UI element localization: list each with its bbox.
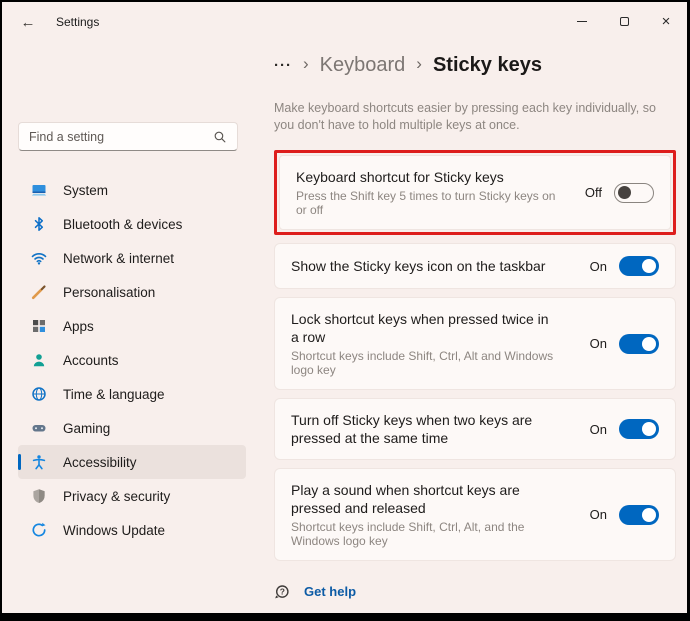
sidebar-item-label: Windows Update bbox=[63, 523, 165, 538]
window-title: Settings bbox=[56, 15, 99, 29]
toggle-state-label: On bbox=[590, 259, 607, 274]
toggle-knob bbox=[642, 259, 656, 273]
back-arrow-icon: ← bbox=[21, 14, 36, 31]
sidebar-item-label: Apps bbox=[63, 319, 94, 334]
breadcrumb-keyboard-link[interactable]: Keyboard bbox=[320, 54, 406, 77]
search-box[interactable] bbox=[18, 122, 238, 151]
toggle-state-label: On bbox=[590, 507, 607, 522]
accounts-icon bbox=[31, 352, 47, 368]
main-content: ··· › Keyboard › Sticky keys Make keyboa… bbox=[262, 42, 687, 613]
sidebar-item-label: Accessibility bbox=[63, 455, 137, 470]
settings-list: Keyboard shortcut for Sticky keys Press … bbox=[274, 150, 676, 561]
window-controls: × bbox=[561, 2, 687, 42]
sidebar-item-label: Personalisation bbox=[63, 285, 155, 300]
title-bar: ← Settings × bbox=[2, 2, 687, 42]
highlight-annotation-box: Keyboard shortcut for Sticky keys Press … bbox=[274, 150, 676, 235]
privacy-icon bbox=[31, 488, 47, 504]
settings-window: ← Settings × System Bluetooth & dev bbox=[2, 2, 687, 613]
sidebar: System Bluetooth & devices Network & int… bbox=[2, 42, 262, 613]
sidebar-item-accounts[interactable]: Accounts bbox=[18, 343, 246, 377]
sidebar-item-label: Privacy & security bbox=[63, 489, 170, 504]
sidebar-nav: System Bluetooth & devices Network & int… bbox=[18, 173, 246, 547]
maximize-button[interactable] bbox=[603, 2, 645, 40]
close-icon: × bbox=[662, 14, 671, 29]
toggle-knob bbox=[642, 508, 656, 522]
toggle-state-label: Off bbox=[585, 185, 602, 200]
sidebar-item-label: Gaming bbox=[63, 421, 110, 436]
keyboard-shortcut-toggle[interactable] bbox=[614, 183, 654, 203]
chevron-right-icon: › bbox=[416, 54, 422, 76]
setting-title: Turn off Sticky keys when two keys are p… bbox=[291, 411, 553, 447]
apps-icon bbox=[31, 318, 47, 334]
help-icon: ? bbox=[274, 584, 290, 600]
breadcrumb-ellipsis-button[interactable]: ··· bbox=[274, 57, 292, 74]
play-sound-toggle[interactable] bbox=[619, 505, 659, 525]
back-button[interactable]: ← bbox=[12, 7, 44, 37]
svg-text:?: ? bbox=[280, 586, 285, 596]
get-help-link[interactable]: ? Get help bbox=[274, 577, 356, 606]
sidebar-item-personalisation[interactable]: Personalisation bbox=[18, 275, 246, 309]
toggle-knob bbox=[642, 422, 656, 436]
lock-shortcut-toggle[interactable] bbox=[619, 334, 659, 354]
toggle-state-label: On bbox=[590, 422, 607, 437]
sidebar-item-label: System bbox=[63, 183, 108, 198]
setting-card-play-sound: Play a sound when shortcut keys are pres… bbox=[274, 468, 676, 561]
gaming-icon bbox=[31, 420, 47, 436]
personalisation-icon bbox=[31, 284, 47, 300]
system-icon bbox=[31, 182, 47, 198]
setting-description: Shortcut keys include Shift, Ctrl, Alt a… bbox=[291, 349, 563, 377]
page-title: Sticky keys bbox=[433, 54, 542, 77]
chevron-right-icon: › bbox=[303, 54, 309, 76]
get-help-label: Get help bbox=[304, 584, 356, 599]
minimize-icon bbox=[577, 21, 587, 22]
minimize-button[interactable] bbox=[561, 2, 603, 40]
setting-card-taskbar-icon: Show the Sticky keys icon on the taskbar… bbox=[274, 243, 676, 289]
sidebar-item-apps[interactable]: Apps bbox=[18, 309, 246, 343]
toggle-knob bbox=[642, 337, 656, 351]
setting-description: Press the Shift key 5 times to turn Stic… bbox=[296, 189, 568, 217]
accessibility-icon bbox=[31, 454, 47, 470]
sidebar-item-system[interactable]: System bbox=[18, 173, 246, 207]
time-language-icon bbox=[31, 386, 47, 402]
sidebar-item-gaming[interactable]: Gaming bbox=[18, 411, 246, 445]
sidebar-item-privacy-security[interactable]: Privacy & security bbox=[18, 479, 246, 513]
setting-card-lock-shortcut: Lock shortcut keys when pressed twice in… bbox=[274, 297, 676, 390]
setting-description: Shortcut keys include Shift, Ctrl, Alt, … bbox=[291, 520, 563, 548]
search-input[interactable] bbox=[29, 130, 213, 144]
setting-title: Keyboard shortcut for Sticky keys bbox=[296, 168, 558, 186]
bluetooth-icon bbox=[31, 216, 47, 232]
sidebar-item-accessibility[interactable]: Accessibility bbox=[18, 445, 246, 479]
sidebar-item-label: Network & internet bbox=[63, 251, 174, 266]
toggle-knob bbox=[618, 186, 631, 199]
setting-card-keyboard-shortcut: Keyboard shortcut for Sticky keys Press … bbox=[279, 155, 671, 230]
sidebar-item-time-language[interactable]: Time & language bbox=[18, 377, 246, 411]
network-icon bbox=[31, 250, 47, 266]
footer-links: ? Get help Give feedback bbox=[274, 577, 687, 613]
setting-title: Lock shortcut keys when pressed twice in… bbox=[291, 310, 553, 346]
windows-update-icon bbox=[31, 522, 47, 538]
give-feedback-link[interactable]: Give feedback bbox=[274, 606, 392, 613]
search-icon bbox=[213, 130, 227, 144]
sidebar-item-label: Time & language bbox=[63, 387, 165, 402]
sidebar-item-network-internet[interactable]: Network & internet bbox=[18, 241, 246, 275]
maximize-icon bbox=[620, 17, 629, 26]
breadcrumb: ··· › Keyboard › Sticky keys bbox=[274, 50, 687, 80]
turn-off-two-keys-toggle[interactable] bbox=[619, 419, 659, 439]
feedback-icon bbox=[274, 613, 290, 614]
toggle-state-label: On bbox=[590, 336, 607, 351]
sidebar-item-windows-update[interactable]: Windows Update bbox=[18, 513, 246, 547]
setting-title: Play a sound when shortcut keys are pres… bbox=[291, 481, 553, 517]
sidebar-item-bluetooth-devices[interactable]: Bluetooth & devices bbox=[18, 207, 246, 241]
sidebar-item-label: Bluetooth & devices bbox=[63, 217, 182, 232]
setting-card-turn-off-two-keys: Turn off Sticky keys when two keys are p… bbox=[274, 398, 676, 460]
page-description: Make keyboard shortcuts easier by pressi… bbox=[274, 100, 676, 134]
setting-title: Show the Sticky keys icon on the taskbar bbox=[291, 257, 553, 275]
sidebar-item-label: Accounts bbox=[63, 353, 119, 368]
taskbar-icon-toggle[interactable] bbox=[619, 256, 659, 276]
close-button[interactable]: × bbox=[645, 2, 687, 40]
